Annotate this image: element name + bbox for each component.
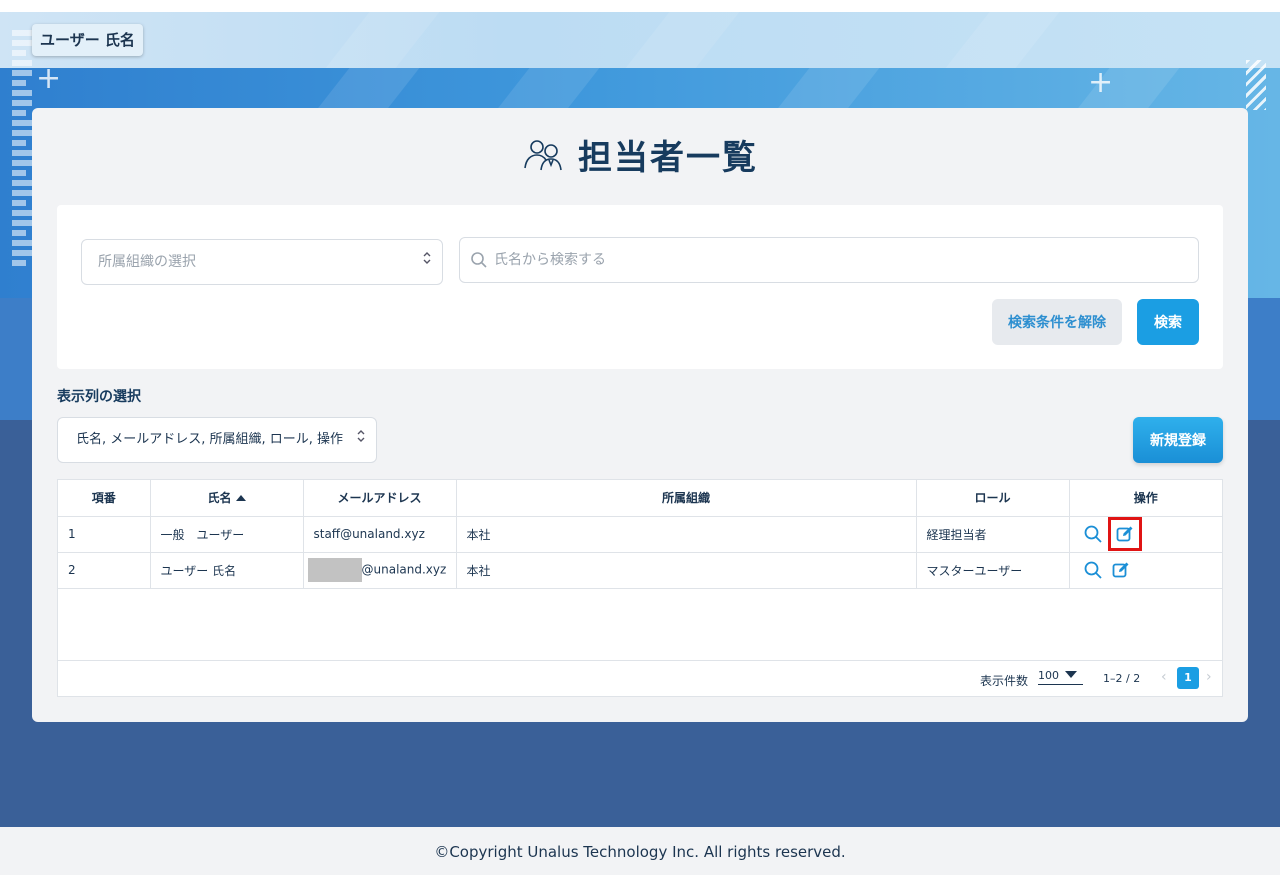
columns-select-label: 表示列の選択 [57,389,141,405]
filter-panel: 所属組織の選択 検索条件を解除 検索 [57,205,1223,369]
page-range: 1–2 / 2 [1103,672,1141,685]
cell-name: 一般 ユーザー [150,516,304,553]
col-header-org[interactable]: 所属組織 [456,480,917,517]
per-page-select[interactable]: 100 [1038,669,1083,685]
name-search-input[interactable] [494,252,1174,268]
org-select-placeholder: 所属組織の選択 [98,254,196,270]
cell-no: 1 [58,516,151,553]
col-header-email[interactable]: メールアドレス [303,480,457,517]
decorative-bars [12,30,32,275]
redacted-block [307,558,362,582]
cell-email: staff@unaland.xyz [303,516,457,553]
copyright-footer: ©Copyright Unalus Technology Inc. All ri… [0,827,1280,875]
cell-role: 経理担当者 [916,516,1070,553]
staff-table: 項番 氏名 メールアドレス 所属組織 ロール 操作 1 一般 ユーザー staf… [57,479,1223,697]
chevron-left-icon[interactable]: ‹ [1161,669,1167,685]
decorative-hatch [1246,60,1266,110]
cell-email: @unaland.xyz [303,552,457,589]
search-button[interactable]: 検索 [1137,299,1199,345]
chevron-updown-icon [422,240,432,284]
main-card: 担当者一覧 所属組織の選択 検索条件を解除 検索 表示列の選択 氏名, メールア… [32,108,1248,722]
edit-icon[interactable] [1108,557,1134,583]
page-title: 担当者一覧 [578,137,758,178]
page-current[interactable]: 1 [1177,667,1199,689]
cell-actions [1069,516,1222,553]
search-icon [471,252,487,268]
people-icon [524,140,562,171]
decorative-plus-icon: + [36,61,62,96]
caret-down-icon [1065,671,1077,678]
table-row[interactable]: 1 一般 ユーザー staff@unaland.xyz 本社 経理担当者 [58,516,1222,553]
columns-select-value: 氏名, メールアドレス, 所属組織, ロール, 操作 [76,432,344,447]
cell-name: ユーザー 氏名 [150,552,304,589]
chevron-updown-icon [356,418,366,462]
pagination-bar: 表示件数 100 1–2 / 2 ‹ 1 › [58,660,1222,696]
cell-actions [1069,552,1222,589]
cell-no: 2 [58,552,151,589]
edit-icon[interactable] [1107,517,1142,551]
table-row[interactable]: 2 ユーザー 氏名 @unaland.xyz 本社 マスターユーザー [58,552,1222,589]
table-header-row: 項番 氏名 メールアドレス 所属組織 ロール 操作 [58,480,1222,517]
cell-role: マスターユーザー [916,552,1070,589]
chevron-right-icon[interactable]: › [1206,669,1212,685]
header-background [0,12,1280,68]
cell-org: 本社 [456,552,917,589]
sort-ascending-icon [235,495,246,502]
per-page-label: 表示件数 [980,674,1029,688]
view-detail-icon[interactable] [1080,557,1106,583]
top-strip [0,0,1280,12]
org-select[interactable]: 所属組織の選択 [81,239,443,285]
clear-filters-button[interactable]: 検索条件を解除 [992,299,1122,345]
col-header-actions: 操作 [1069,480,1222,517]
cell-org: 本社 [456,516,917,553]
name-search-field[interactable] [459,237,1199,283]
page-header: 担当者一覧 [32,128,1248,180]
new-register-button[interactable]: 新規登録 [1133,417,1223,463]
col-header-name[interactable]: 氏名 [150,480,304,517]
user-name-chip[interactable]: ユーザー 氏名 [32,24,143,56]
decorative-plus-icon: + [1088,65,1114,100]
columns-select[interactable]: 氏名, メールアドレス, 所属組織, ロール, 操作 [57,417,377,463]
col-header-no[interactable]: 項番 [58,480,151,517]
col-header-role[interactable]: ロール [916,480,1070,517]
view-detail-icon[interactable] [1080,521,1106,547]
